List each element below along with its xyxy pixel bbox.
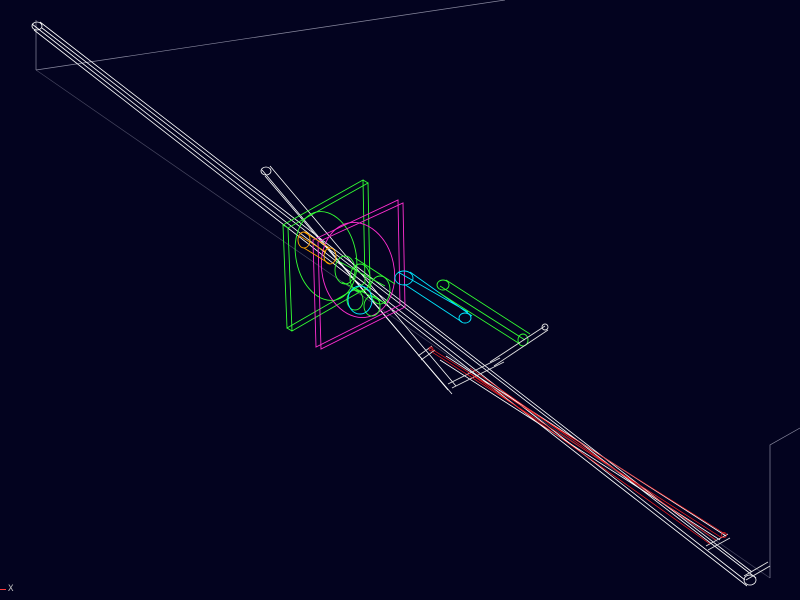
support-plate bbox=[282, 179, 371, 332]
beam-pipe-long-edge-1 bbox=[31, 23, 746, 581]
connector-bottom-coil-2 bbox=[743, 561, 771, 581]
beam-pipe-short bbox=[260, 165, 727, 541]
beam-pipe-short-edge-3 bbox=[264, 175, 453, 395]
red-cable-1 bbox=[429, 347, 726, 535]
bounding-box-right-edge bbox=[769, 427, 800, 578]
axis-x-label: X bbox=[8, 584, 14, 594]
support-plate-edge-a bbox=[282, 224, 289, 229]
beam-pipe-long-edge-2 bbox=[39, 21, 753, 573]
axis-x-line bbox=[0, 589, 6, 590]
beam-pipe-long-cap-start bbox=[31, 21, 43, 31]
green-arm-end bbox=[436, 279, 450, 291]
green-arm-body bbox=[437, 279, 531, 345]
support-plate-edge-b bbox=[362, 179, 369, 184]
green-arm bbox=[436, 279, 531, 347]
wireframe-scene[interactable] bbox=[0, 0, 800, 600]
bounding-box bbox=[35, 0, 800, 579]
red-cables bbox=[428, 346, 727, 545]
detector-plate-back bbox=[317, 202, 406, 350]
detector-plate bbox=[312, 199, 406, 350]
beam-pipe-long bbox=[31, 21, 757, 587]
bounding-box-top-edge bbox=[35, 0, 506, 71]
support-plate-back bbox=[287, 182, 371, 332]
red-cable-4 bbox=[469, 367, 717, 541]
cyan-tube bbox=[347, 270, 473, 324]
green-cylinders bbox=[334, 255, 396, 317]
beam-pipe-long-edge-4 bbox=[41, 27, 757, 579]
support-plate-edge-c bbox=[286, 327, 293, 332]
red-cable-3 bbox=[467, 371, 711, 545]
3d-viewport[interactable]: X bbox=[0, 0, 800, 600]
beam-pipe-long-cap-end bbox=[743, 574, 757, 586]
connector-upper-rod bbox=[489, 325, 549, 367]
beam-pipe-short-lower bbox=[439, 359, 721, 541]
cyan-tube-end-2 bbox=[458, 312, 472, 324]
red-cable-2 bbox=[431, 351, 723, 539]
